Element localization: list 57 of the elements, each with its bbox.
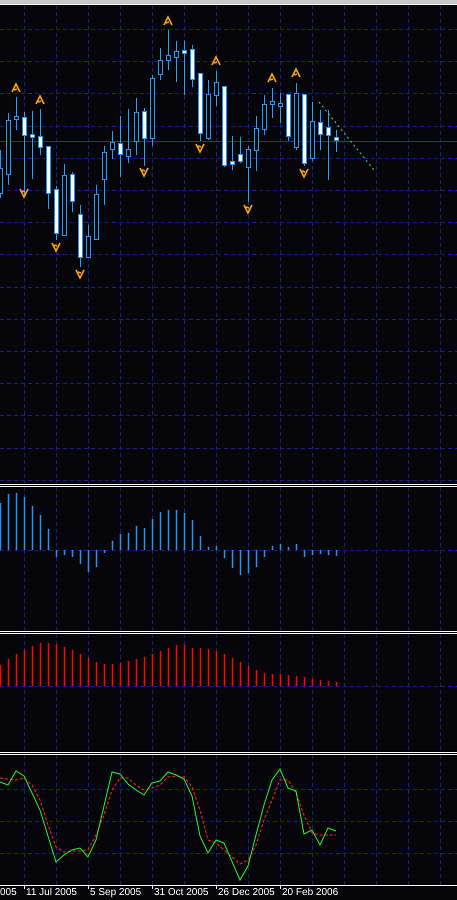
up-arrow-icon xyxy=(267,72,277,83)
down-arrow-icon xyxy=(195,143,205,154)
candlestick xyxy=(270,88,275,118)
candlestick xyxy=(254,116,259,172)
candlestick xyxy=(294,82,299,150)
date-label: 20 Feb 2006 xyxy=(281,887,338,898)
candlestick xyxy=(214,70,219,106)
candlestick xyxy=(166,30,171,70)
candlestick xyxy=(118,116,123,178)
candlestick xyxy=(174,40,179,82)
up-arrow-icon xyxy=(11,82,21,93)
candlestick xyxy=(102,146,107,206)
candlestick xyxy=(182,40,187,96)
up-arrow-icon xyxy=(211,55,221,66)
down-arrow-icon xyxy=(299,168,309,179)
date-label: 31 Oct 2005 xyxy=(153,887,208,898)
candlestick xyxy=(278,92,283,124)
candlestick xyxy=(70,172,75,212)
down-arrow-icon xyxy=(243,204,253,215)
candlestick xyxy=(198,72,203,142)
candlestick xyxy=(142,108,147,166)
date-label: 11 Jul 2005 xyxy=(25,887,77,898)
candlestick xyxy=(262,94,267,136)
down-arrow-icon xyxy=(139,167,149,178)
candlestick xyxy=(238,136,243,164)
candlestick xyxy=(78,204,83,268)
candlestick xyxy=(158,48,163,80)
candlestick xyxy=(334,130,339,152)
trend-line xyxy=(318,102,374,170)
candlestick xyxy=(86,224,91,258)
candlestick xyxy=(150,74,155,146)
down-arrow-icon xyxy=(75,269,85,280)
candlestick xyxy=(286,94,291,142)
candlestick xyxy=(94,184,99,240)
candlestick xyxy=(230,136,235,170)
candlestick xyxy=(326,110,331,180)
down-arrow-icon xyxy=(19,188,29,199)
candlestick xyxy=(134,98,139,156)
candlestick xyxy=(110,130,115,160)
candlestick xyxy=(190,44,195,88)
candlestick xyxy=(206,80,211,140)
date-label: 5 Sep 2005 xyxy=(89,887,142,898)
candlestick xyxy=(14,96,19,130)
up-arrow-icon xyxy=(291,67,301,78)
candlestick xyxy=(126,108,131,164)
date-label: 26 Dec 2005 xyxy=(217,887,275,898)
candlestick xyxy=(54,186,59,240)
candlestick xyxy=(318,110,323,150)
up-arrow-icon xyxy=(35,94,45,105)
down-arrow-icon xyxy=(51,242,61,253)
candlestick xyxy=(46,146,51,210)
date-label: 005 xyxy=(0,887,17,898)
candlestick xyxy=(30,110,35,180)
candlestick xyxy=(38,108,43,156)
up-arrow-icon xyxy=(163,15,173,26)
candlestick xyxy=(246,146,251,202)
candlestick xyxy=(310,102,315,162)
